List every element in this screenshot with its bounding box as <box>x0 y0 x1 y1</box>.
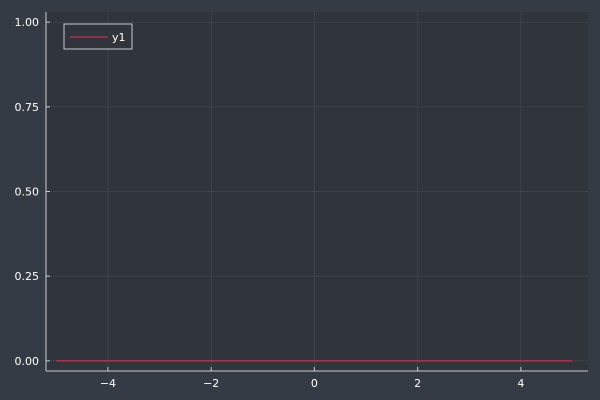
legend-label: y1 <box>112 31 126 44</box>
x-tick-label: 0 <box>311 377 318 390</box>
y-tick-label: 0.50 <box>15 186 40 199</box>
x-tick-label: −4 <box>100 377 116 390</box>
x-tick-label: 2 <box>414 377 421 390</box>
y-tick-label: 1.00 <box>15 16 40 29</box>
y-tick-label: 0.75 <box>15 101 40 114</box>
y-tick-label: 0.00 <box>15 355 40 368</box>
y-tick-label: 0.25 <box>15 270 40 283</box>
x-tick-label: −2 <box>203 377 219 390</box>
x-tick-label: 4 <box>517 377 524 390</box>
legend: y1 <box>63 23 133 50</box>
chart: −4 −2 0 2 4 0.00 0.25 0.50 0.75 1.00 y1 <box>0 0 600 400</box>
